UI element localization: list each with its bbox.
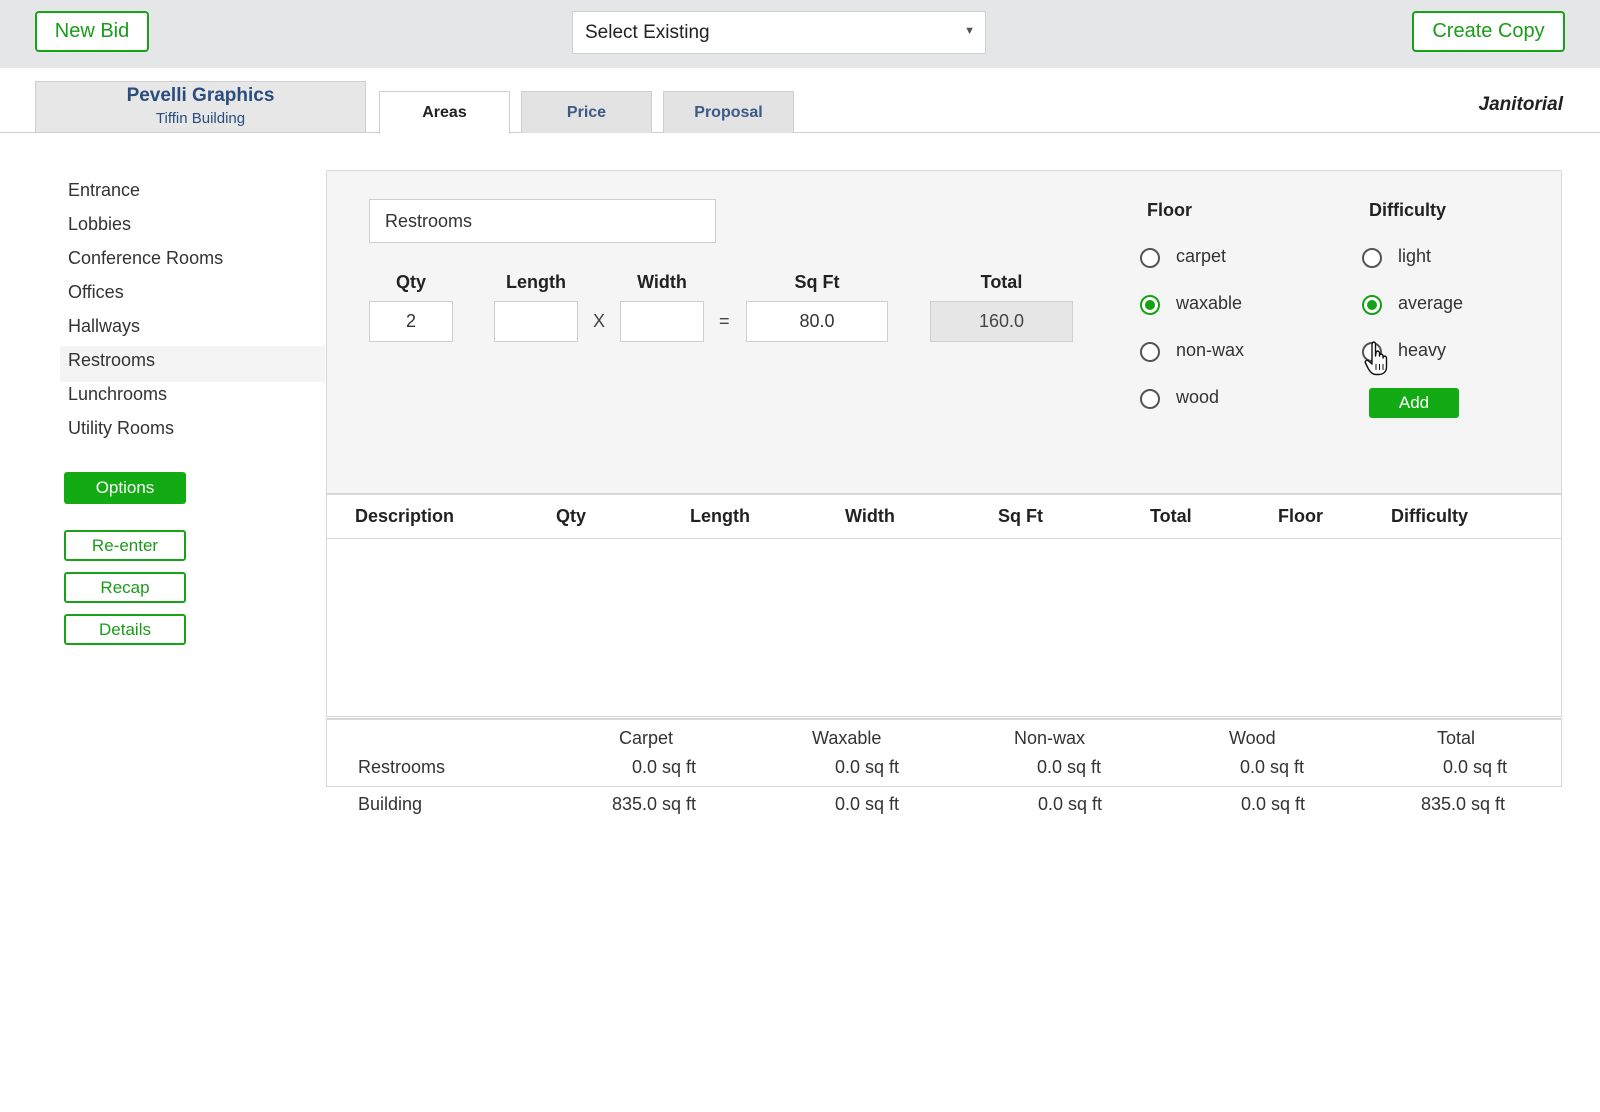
- building-name: Tiffin Building: [155, 110, 246, 127]
- tabs-divider: [0, 132, 1600, 133]
- floor-waxable-label[interactable]: waxable: [1176, 293, 1242, 314]
- summary-restrooms-nonwax: 0.0 sq ft: [1037, 757, 1102, 777]
- col-qty[interactable]: Qty: [556, 506, 586, 527]
- equals-sign: =: [719, 311, 730, 331]
- col-length[interactable]: Length: [690, 506, 750, 527]
- hand-cursor-icon: [1364, 341, 1388, 376]
- recap-button[interactable]: Recap: [64, 572, 186, 603]
- add-area-button[interactable]: Add: [1369, 388, 1459, 418]
- qty-input[interactable]: 2: [369, 301, 453, 342]
- floor-wood-radio[interactable]: [1140, 389, 1160, 409]
- reenter-button[interactable]: Re-enter: [64, 530, 186, 561]
- create-copy-button[interactable]: Create Copy: [1412, 11, 1565, 52]
- select-existing-label: Select Existing: [585, 21, 710, 43]
- total-output: 160.0: [930, 301, 1073, 342]
- floor-wood-label[interactable]: wood: [1176, 387, 1219, 408]
- difficulty-average-radio[interactable]: [1362, 295, 1382, 315]
- areas-table-header: [326, 494, 1562, 539]
- difficulty-title: Difficulty: [1369, 200, 1447, 220]
- summary-restrooms-waxable: 0.0 sq ft: [835, 757, 900, 777]
- floor-waxable-radio[interactable]: [1140, 295, 1160, 315]
- floor-nonwax-radio[interactable]: [1140, 342, 1160, 362]
- summary-header-nonwax: Non-wax: [1014, 728, 1086, 748]
- sqft-input[interactable]: 80.0: [746, 301, 888, 342]
- summary-header-waxable: Waxable: [812, 728, 882, 748]
- summary-header-total: Total: [1437, 728, 1476, 748]
- summary-building-wood: 0.0 sq ft: [1241, 794, 1306, 814]
- sidebar-item-lobbies[interactable]: Lobbies: [68, 214, 131, 235]
- width-input[interactable]: [620, 301, 704, 342]
- tab-proposal[interactable]: Proposal: [663, 91, 794, 133]
- summary-restrooms-wood: 0.0 sq ft: [1240, 757, 1305, 777]
- length-input[interactable]: [494, 301, 578, 342]
- summary-restrooms-label: Restrooms: [358, 757, 446, 777]
- col-floor[interactable]: Floor: [1278, 506, 1323, 527]
- col-total[interactable]: Total: [1150, 506, 1192, 527]
- sidebar-item-hallways[interactable]: Hallways: [68, 316, 140, 337]
- chevron-down-icon: ▼: [964, 25, 975, 37]
- floor-carpet-label[interactable]: carpet: [1176, 246, 1226, 267]
- areas-table-body: [326, 539, 1562, 717]
- length-label: Length: [506, 272, 566, 292]
- select-existing-dropdown[interactable]: Select Existing ▼: [572, 11, 986, 54]
- floor-title: Floor: [1147, 200, 1192, 220]
- difficulty-light-label[interactable]: light: [1398, 246, 1431, 267]
- summary-header-wood: Wood: [1229, 728, 1276, 748]
- sqft-label: Sq Ft: [794, 272, 840, 292]
- floor-carpet-radio[interactable]: [1140, 248, 1160, 268]
- new-bid-button[interactable]: New Bid: [35, 11, 149, 52]
- sidebar-item-entrance[interactable]: Entrance: [68, 180, 140, 201]
- width-label: Width: [637, 272, 687, 292]
- sidebar-item-lunchrooms[interactable]: Lunchrooms: [68, 384, 167, 405]
- options-button[interactable]: Options: [64, 472, 186, 504]
- sidebar-item-offices[interactable]: Offices: [68, 282, 124, 303]
- col-sqft[interactable]: Sq Ft: [998, 506, 1043, 527]
- floor-nonwax-label[interactable]: non-wax: [1176, 340, 1244, 361]
- col-description[interactable]: Description: [355, 506, 454, 527]
- summary-building-waxable: 0.0 sq ft: [835, 794, 900, 814]
- tab-price[interactable]: Price: [521, 91, 652, 133]
- service-type-label: Janitorial: [1478, 94, 1563, 115]
- tab-areas[interactable]: Areas: [379, 91, 510, 134]
- details-button[interactable]: Details: [64, 614, 186, 645]
- qty-label: Qty: [395, 272, 426, 292]
- area-name-input[interactable]: Restrooms: [369, 199, 716, 243]
- total-label: Total: [980, 272, 1023, 292]
- summary-header-carpet: Carpet: [619, 728, 674, 748]
- sidebar-item-restrooms[interactable]: Restrooms: [68, 350, 155, 371]
- sidebar-item-utility-rooms[interactable]: Utility Rooms: [68, 418, 174, 439]
- summary-restrooms-total: 0.0 sq ft: [1443, 757, 1508, 777]
- summary-building-label: Building: [358, 794, 423, 814]
- summary-building-carpet: 835.0 sq ft: [612, 794, 697, 814]
- summary-restrooms-carpet: 0.0 sq ft: [632, 757, 697, 777]
- col-width[interactable]: Width: [845, 506, 895, 527]
- difficulty-heavy-label[interactable]: heavy: [1398, 340, 1446, 361]
- difficulty-average-label[interactable]: average: [1398, 293, 1463, 314]
- difficulty-light-radio[interactable]: [1362, 248, 1382, 268]
- col-difficulty[interactable]: Difficulty: [1391, 506, 1468, 527]
- area-summary-box: [326, 718, 1562, 787]
- sidebar-item-conference-rooms[interactable]: Conference Rooms: [68, 248, 223, 269]
- summary-building-nonwax: 0.0 sq ft: [1038, 794, 1103, 814]
- summary-building-total: 835.0 sq ft: [1421, 794, 1506, 814]
- times-sign: X: [593, 311, 606, 331]
- client-name: Pevelli Graphics: [126, 85, 275, 106]
- client-info: Pevelli Graphics Tiffin Building: [35, 81, 366, 132]
